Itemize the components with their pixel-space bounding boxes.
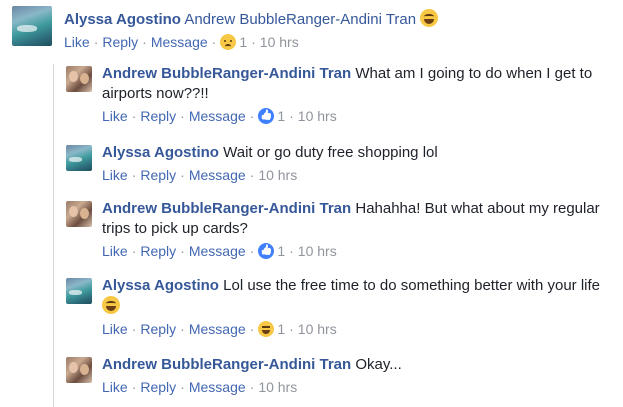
reply-author[interactable]: Andrew BubbleRanger-Andini Tran xyxy=(102,356,351,373)
reply-text: Wait or go duty free shopping lol xyxy=(223,144,438,161)
message-link[interactable]: Message xyxy=(151,33,208,51)
sad-face-reaction-icon[interactable] xyxy=(220,34,237,50)
like-reaction-icon[interactable] xyxy=(258,108,275,124)
reply-link[interactable]: Reply xyxy=(140,242,176,260)
reply-timestamp[interactable]: 10 hrs xyxy=(298,320,337,338)
like-link[interactable]: Like xyxy=(102,107,128,125)
reply-timestamp[interactable]: 10 hrs xyxy=(258,378,297,396)
comment-actions: Like · Reply · Message · 1 · 10 hrs xyxy=(64,33,299,51)
reaction-count[interactable]: 1 xyxy=(277,242,285,260)
laughing-tears-emoji-icon xyxy=(420,9,439,27)
reply-timestamp[interactable]: 10 hrs xyxy=(298,107,337,125)
reaction-count[interactable]: 1 xyxy=(277,107,285,125)
reply-author[interactable]: Andrew BubbleRanger-Andini Tran xyxy=(102,200,351,217)
like-reaction-icon[interactable] xyxy=(258,243,275,259)
laughing-reaction-icon[interactable] xyxy=(258,321,275,337)
reply-actions: Like· Reply· Message· 1· 10 hrs xyxy=(102,107,622,125)
reply-actions: Like · Reply · Message · 10 hrs xyxy=(102,378,298,396)
reply-comment: Andrew BubbleRanger-Andini Tran Hahahha!… xyxy=(66,199,602,260)
avatar[interactable] xyxy=(66,145,92,171)
reply-link[interactable]: Reply xyxy=(140,320,176,338)
reply-comment: Andrew BubbleRanger-Andini Tran What am … xyxy=(66,64,622,125)
message-link[interactable]: Message xyxy=(189,378,246,396)
reply-comment: Alyssa Agostino Lol use the free time to… xyxy=(66,276,602,338)
reply-text: Okay... xyxy=(355,356,402,373)
reply-link[interactable]: Reply xyxy=(102,33,138,51)
message-link[interactable]: Message xyxy=(189,242,246,260)
like-link[interactable]: Like xyxy=(102,166,128,184)
avatar[interactable] xyxy=(66,357,92,383)
comment-timestamp[interactable]: 10 hrs xyxy=(260,33,299,51)
like-link[interactable]: Like xyxy=(102,320,128,338)
message-link[interactable]: Message xyxy=(189,107,246,125)
avatar[interactable] xyxy=(66,201,92,227)
reply-timestamp[interactable]: 10 hrs xyxy=(258,166,297,184)
message-link[interactable]: Message xyxy=(189,320,246,338)
reaction-count[interactable]: 1 xyxy=(239,33,247,51)
reply-text: Lol use the free time to do something be… xyxy=(223,277,601,294)
reply-author[interactable]: Alyssa Agostino xyxy=(102,144,219,161)
reply-comment: Alyssa Agostino Wait or go duty free sho… xyxy=(66,143,622,184)
message-link[interactable]: Message xyxy=(189,166,246,184)
top-comment: Alyssa Agostino Andrew BubbleRanger-Andi… xyxy=(12,6,584,51)
reply-actions: Like· Reply· Message· 1· 10 hrs xyxy=(102,242,602,260)
comment-author[interactable]: Alyssa Agostino xyxy=(64,11,181,28)
avatar[interactable] xyxy=(12,6,52,46)
avatar[interactable] xyxy=(66,66,92,92)
like-link[interactable]: Like xyxy=(102,378,128,396)
reply-actions: Like· Reply· Message· 1· 10 hrs xyxy=(102,320,337,338)
reply-author[interactable]: Alyssa Agostino xyxy=(102,277,219,294)
comment-mention[interactable]: Andrew BubbleRanger-Andini Tran xyxy=(184,11,416,28)
reply-timestamp[interactable]: 10 hrs xyxy=(298,242,337,260)
avatar[interactable] xyxy=(66,278,92,304)
laughing-tears-emoji-icon xyxy=(102,296,120,314)
reaction-count[interactable]: 1 xyxy=(277,320,285,338)
reply-thread-line xyxy=(53,64,54,407)
like-link[interactable]: Like xyxy=(64,33,90,51)
reply-link[interactable]: Reply xyxy=(140,107,176,125)
reply-author[interactable]: Andrew BubbleRanger-Andini Tran xyxy=(102,65,351,82)
like-link[interactable]: Like xyxy=(102,242,128,260)
reply-comment: Andrew BubbleRanger-Andini Tran Okay... … xyxy=(66,355,622,396)
reply-actions: Like · Reply · Message · 10 hrs xyxy=(102,166,298,184)
reply-link[interactable]: Reply xyxy=(140,378,176,396)
reply-link[interactable]: Reply xyxy=(140,166,176,184)
